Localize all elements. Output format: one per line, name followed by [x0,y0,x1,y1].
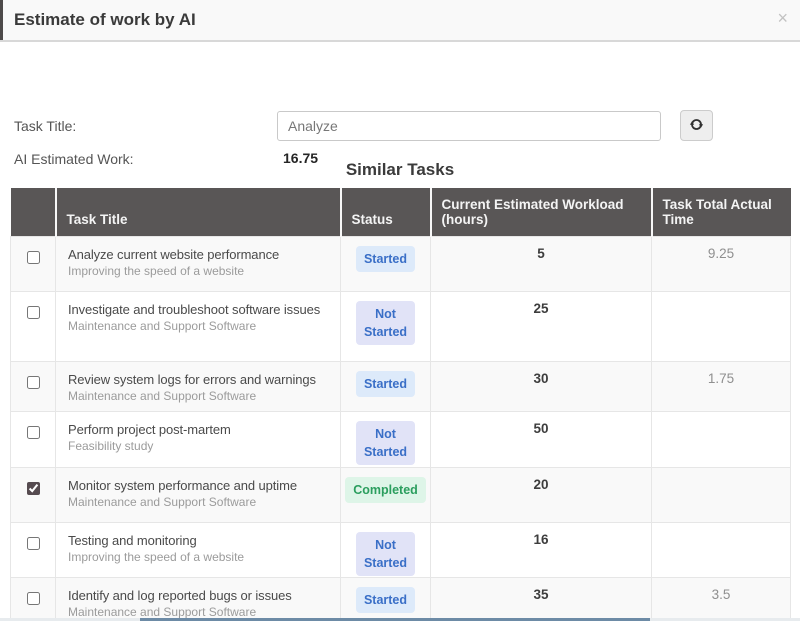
task-title-input[interactable] [277,111,661,141]
task-title-cell: Investigate and troubleshoot software is… [56,291,341,361]
row-checkbox-cell [11,361,56,411]
row-checkbox[interactable] [27,251,40,264]
table-body: Analyze current website performance Impr… [11,236,791,621]
status-cell: Not Started [341,522,431,577]
table-row: Monitor system performance and uptime Ma… [11,467,791,522]
status-badge: Completed [345,477,426,503]
task-subtitle-text: Improving the speed of a website [68,550,334,566]
row-checkbox-cell [11,522,56,577]
task-title-text: Perform project post-martem [68,421,334,439]
close-icon[interactable]: × [777,9,788,27]
workload-value: 35 [431,577,652,621]
ai-estimated-value: 16.75 [283,150,318,166]
task-title-cell: Identify and log reported bugs or issues… [56,577,341,621]
row-checkbox[interactable] [27,426,40,439]
table-row: Analyze current website performance Impr… [11,236,791,291]
row-checkbox-cell [11,291,56,361]
table-row: Testing and monitoring Improving the spe… [11,522,791,577]
task-title-text: Monitor system performance and uptime [68,477,334,495]
workload-value: 16 [431,522,652,577]
column-header-workload: Current Estimated Workload (hours) [431,188,652,236]
similar-tasks-table: Task Title Status Current Estimated Work… [10,188,791,621]
task-subtitle-text: Improving the speed of a website [68,264,334,280]
status-cell: Started [341,236,431,291]
row-checkbox-cell [11,467,56,522]
status-cell: Not Started [341,291,431,361]
status-badge: Started [356,371,415,397]
page-edge-decoration [0,0,3,40]
actual-time-value: 9.25 [652,236,791,291]
status-badge: Not Started [356,301,415,345]
task-title-cell: Monitor system performance and uptime Ma… [56,467,341,522]
estimate-form: Task Title: AI Estimated Work: 16.75 [0,42,800,160]
column-header-task-title: Task Title [56,188,341,236]
task-subtitle-text: Maintenance and Support Software [68,319,334,335]
task-title-cell: Analyze current website performance Impr… [56,236,341,291]
status-badge: Not Started [356,532,415,576]
row-checkbox-cell [11,411,56,467]
workload-value: 50 [431,411,652,467]
actual-time-value: 3.5 [652,577,791,621]
row-checkbox[interactable] [27,592,40,605]
row-checkbox[interactable] [27,306,40,319]
status-badge: Started [356,246,415,272]
estimate-modal: Estimate of work by AI × Task Title: AI … [0,0,800,621]
task-title-cell: Review system logs for errors and warnin… [56,361,341,411]
task-title-cell: Testing and monitoring Improving the spe… [56,522,341,577]
refresh-icon [689,117,704,135]
actual-time-value: 1.75 [652,361,791,411]
column-header-actual-time: Task Total Actual Time [652,188,791,236]
workload-value: 30 [431,361,652,411]
ai-estimated-label: AI Estimated Work: [14,151,134,167]
column-header-status: Status [341,188,431,236]
task-subtitle-text: Maintenance and Support Software [68,389,334,405]
workload-value: 5 [431,236,652,291]
task-title-text: Identify and log reported bugs or issues [68,587,334,605]
modal-header: Estimate of work by AI × [0,0,800,42]
page-title: Estimate of work by AI [0,0,800,30]
status-badge: Started [356,587,415,613]
task-title-text: Review system logs for errors and warnin… [68,371,334,389]
task-subtitle-text: Maintenance and Support Software [68,495,334,511]
actual-time-value [652,522,791,577]
actual-time-value [652,291,791,361]
column-header-checkbox [11,188,56,236]
status-badge: Not Started [356,421,415,465]
status-cell: Not Started [341,411,431,467]
task-title-text: Testing and monitoring [68,532,334,550]
status-cell: Started [341,577,431,621]
actual-time-value [652,467,791,522]
task-title-cell: Perform project post-martem Feasibility … [56,411,341,467]
table-row: Identify and log reported bugs or issues… [11,577,791,621]
table-row: Review system logs for errors and warnin… [11,361,791,411]
row-checkbox-cell [11,236,56,291]
row-checkbox[interactable] [27,376,40,389]
table-row: Investigate and troubleshoot software is… [11,291,791,361]
row-checkbox[interactable] [27,482,40,495]
task-title-label: Task Title: [14,118,76,134]
row-checkbox-cell [11,577,56,621]
row-checkbox[interactable] [27,537,40,550]
task-subtitle-text: Feasibility study [68,439,334,455]
workload-value: 20 [431,467,652,522]
task-title-text: Analyze current website performance [68,246,334,264]
table-header-row: Task Title Status Current Estimated Work… [11,188,791,236]
status-cell: Completed [341,467,431,522]
task-title-text: Investigate and troubleshoot software is… [68,301,334,319]
refresh-button[interactable] [680,110,713,141]
table-row: Perform project post-martem Feasibility … [11,411,791,467]
workload-value: 25 [431,291,652,361]
status-cell: Started [341,361,431,411]
actual-time-value [652,411,791,467]
